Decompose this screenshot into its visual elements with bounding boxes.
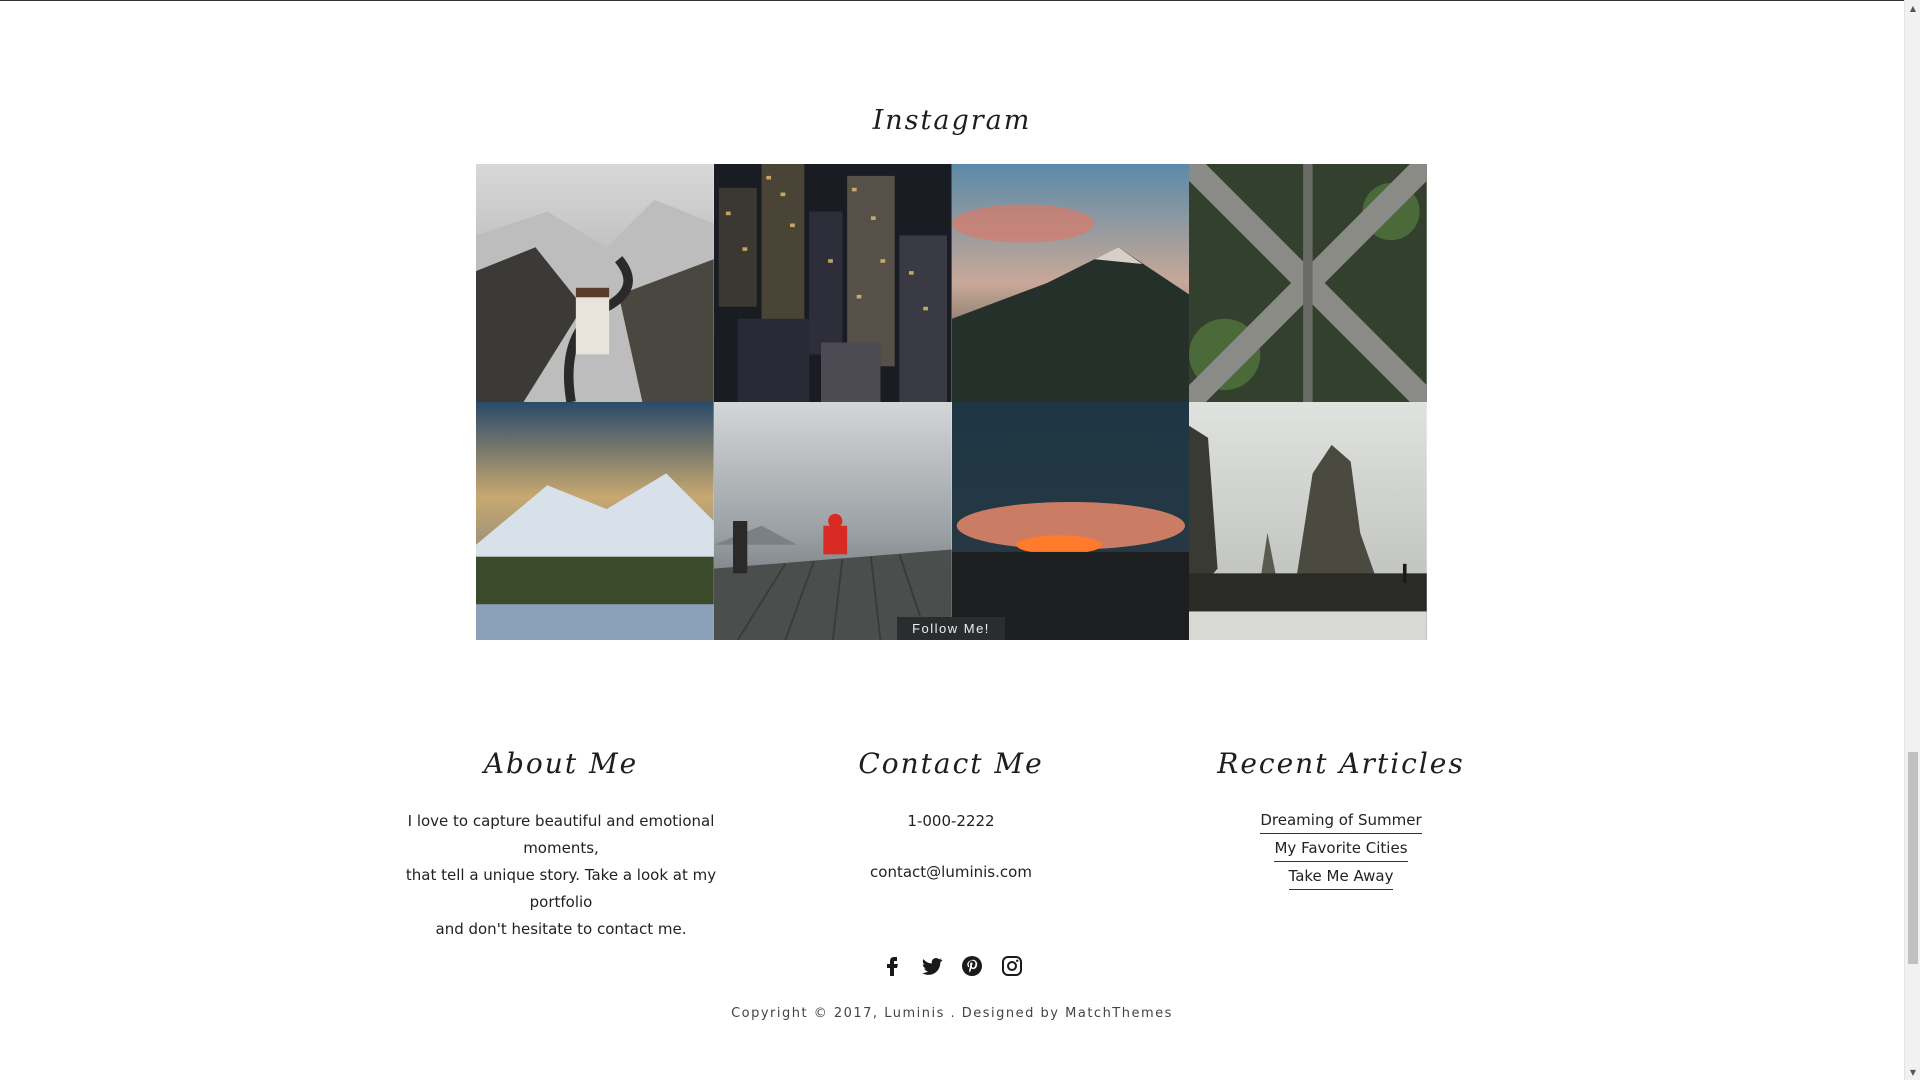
about-text: I love to capture beautiful and emotiona…: [381, 808, 741, 943]
instagram-image[interactable]: [951, 164, 1190, 402]
recent-articles-title: Recent Articles: [1217, 747, 1465, 780]
instagram-image[interactable]: [476, 402, 714, 640]
page: Instagram Follow Me! About Me I love to …: [0, 0, 1904, 1080]
follow-me-button[interactable]: Follow Me!: [897, 617, 1005, 640]
contact-phone: 1-000-2222: [907, 812, 995, 830]
recent-articles-list: Dreaming of Summer My Favorite Cities Ta…: [1201, 808, 1481, 892]
instagram-title: Instagram: [872, 105, 1032, 136]
scrollbar-thumb[interactable]: [1908, 751, 1918, 964]
instagram-image[interactable]: [1189, 164, 1427, 402]
instagram-image[interactable]: [476, 164, 714, 402]
instagram-image[interactable]: [713, 402, 952, 640]
designed-by-text: . Designed by: [950, 1006, 1060, 1021]
contact-title: Contact Me: [858, 747, 1044, 780]
scroll-down-arrow-icon[interactable]: ▼: [1905, 1064, 1920, 1080]
about-section: About Me I love to capture beautiful and…: [381, 747, 741, 943]
pinterest-icon[interactable]: [959, 953, 985, 979]
about-text-line: that tell a unique story. Take a look at…: [405, 866, 717, 911]
instagram-image[interactable]: [713, 164, 952, 402]
article-link[interactable]: Take Me Away: [1288, 864, 1394, 890]
about-text-line: and don't hesitate to contact me.: [435, 920, 687, 938]
copyright: Copyright © 2017, Luminis . Designed by …: [0, 1006, 1904, 1021]
instagram-image[interactable]: [951, 402, 1190, 640]
twitter-icon[interactable]: [919, 953, 945, 979]
designer-link[interactable]: MatchThemes: [1065, 1006, 1173, 1021]
instagram-image[interactable]: [1189, 402, 1427, 640]
article-link[interactable]: My Favorite Cities: [1274, 836, 1408, 862]
facebook-icon[interactable]: [879, 953, 905, 979]
copyright-prefix: Copyright © 2017,: [731, 1006, 879, 1021]
recent-articles-section: Recent Articles Dreaming of Summer My Fa…: [1201, 747, 1481, 892]
site-name-link[interactable]: Luminis: [884, 1006, 945, 1021]
about-text-line: I love to capture beautiful and emotiona…: [407, 812, 715, 857]
scrollbar[interactable]: ▲ ▼: [1904, 0, 1920, 1080]
scroll-up-arrow-icon[interactable]: ▲: [1905, 0, 1920, 16]
about-title: About Me: [483, 747, 639, 780]
contact-email: contact@luminis.com: [870, 863, 1032, 881]
instagram-icon[interactable]: [999, 953, 1025, 979]
instagram-grid: [476, 164, 1427, 640]
contact-section: Contact Me 1-000-2222 contact@luminis.co…: [801, 747, 1101, 886]
article-link[interactable]: Dreaming of Summer: [1260, 808, 1422, 834]
social-links: [0, 953, 1904, 979]
